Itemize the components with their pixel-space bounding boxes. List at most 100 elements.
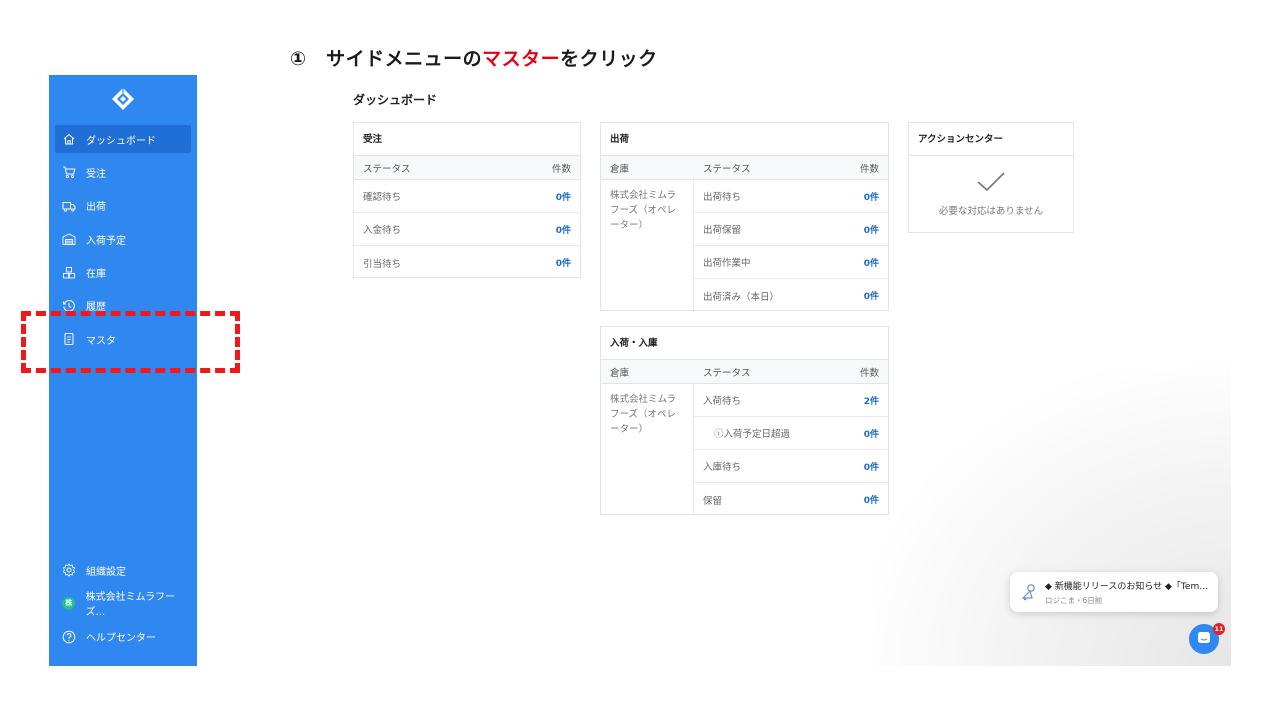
row-status: 出荷済み（本日） xyxy=(703,291,780,303)
instruction-highlight: マスター xyxy=(482,48,561,70)
status-rows: 入荷待ち 2件 ⓘ入荷予定日超過 0件 入庫待ち 0件 保留 0件 xyxy=(694,384,888,516)
header-warehouse: 倉庫 xyxy=(610,163,630,175)
table-row[interactable]: 入金待ち 0件 xyxy=(354,213,580,246)
sidebar-item-label: 株式会社ミムラフーズ... xyxy=(85,592,176,619)
row-status: 引当待ち xyxy=(363,258,402,270)
sidebar-item-label: ダッシュボード xyxy=(86,135,156,147)
header-status: ステータス xyxy=(363,163,411,175)
sidebar-item-inventory[interactable]: 在庫 xyxy=(55,259,191,287)
row-count-link[interactable]: 0件 xyxy=(520,223,580,236)
sidebar-item-orders[interactable]: 受注 xyxy=(55,158,191,186)
row-status: 入荷待ち xyxy=(703,396,742,407)
row-count-link[interactable]: 0件 xyxy=(828,190,888,203)
header-count: 件数 xyxy=(551,163,571,175)
row-status: 出荷待ち xyxy=(703,192,742,203)
table-row[interactable]: 確認待ち 0件 xyxy=(354,180,580,213)
sidebar-item-help-center[interactable]: ヘルプセンター xyxy=(55,623,191,651)
table-row[interactable]: ⓘ入荷予定日超過 0件 xyxy=(694,417,888,450)
sidebar-item-label: ヘルプセンター xyxy=(86,633,156,645)
header-count: 件数 xyxy=(859,163,879,175)
check-icon xyxy=(976,171,1006,197)
header-status: ステータス xyxy=(703,367,751,379)
sidebar-bottom-nav: 組織設定 株 株式会社ミムラフーズ... ヘルプセンター xyxy=(55,556,191,656)
row-count-link[interactable]: 0件 xyxy=(828,460,888,473)
truck-icon xyxy=(62,199,76,213)
page-title: ダッシュボード xyxy=(353,93,438,107)
org-badge: 株 xyxy=(62,596,76,610)
sidebar-item-dashboard[interactable]: ダッシュボード xyxy=(55,125,191,153)
gear-icon xyxy=(62,563,76,577)
row-status: ⓘ入荷予定日超過 xyxy=(714,429,791,440)
sidebar-item-shipping[interactable]: 出荷 xyxy=(55,192,191,220)
row-status: 確認待ち xyxy=(363,192,402,203)
row-count-link[interactable]: 0件 xyxy=(828,289,888,302)
instruction-suffix: をクリック xyxy=(560,48,658,70)
sidebar-item-label: 在庫 xyxy=(86,269,106,281)
row-status: 保留 xyxy=(703,495,723,507)
highlight-box xyxy=(21,311,240,373)
card-title: 出荷 xyxy=(601,123,888,156)
diamond-logo-icon[interactable] xyxy=(111,87,135,111)
notification-text: ◆ 新機能リリースのお知らせ ◆「Temu」と... ロジこま・6日前 xyxy=(1045,579,1210,606)
row-count-link[interactable]: 0件 xyxy=(520,190,580,203)
sidebar-item-organization[interactable]: 株 株式会社ミムラフーズ... xyxy=(55,589,191,619)
notification-popup[interactable]: ◆ 新機能リリースのお知らせ ◆「Temu」と... ロジこま・6日前 xyxy=(1010,572,1218,612)
shipping-card: 出荷 倉庫 ステータス 件数 株式会社ミムラフーズ（オペレーター） 出荷待ち 0… xyxy=(600,122,889,312)
warehouse-name: 株式会社ミムラフーズ（オペレーター） xyxy=(601,384,694,516)
row-count-link[interactable]: 0件 xyxy=(828,427,888,440)
status-rows: 出荷待ち 0件 出荷保留 0件 出荷作業中 0件 出荷済み（本日） 0件 xyxy=(694,180,888,312)
header-count: 件数 xyxy=(859,367,879,379)
chat-icon xyxy=(1197,630,1211,649)
card-title: アクションセンター xyxy=(909,123,1073,156)
row-count-link[interactable]: 0件 xyxy=(828,256,888,269)
instruction-heading: ① サイドメニューのマスターをクリック xyxy=(290,44,658,71)
orders-card: 受注 ステータス 件数 確認待ち 0件 入金待ち 0件 引当待ち 0件 xyxy=(353,122,581,278)
notification-meta: ロジこま・6日前 xyxy=(1045,595,1103,605)
sidebar-item-label: 入荷予定 xyxy=(86,235,126,247)
sidebar-item-incoming[interactable]: 入荷予定 xyxy=(55,225,191,253)
header-status: ステータス xyxy=(703,163,751,175)
table-row[interactable]: 出荷保留 0件 xyxy=(694,213,888,246)
sidebar-item-org-settings[interactable]: 組織設定 xyxy=(55,556,191,584)
help-icon xyxy=(62,630,76,644)
table-row[interactable]: 入荷待ち 2件 xyxy=(694,384,888,417)
table-row[interactable]: 出荷作業中 0件 xyxy=(694,246,888,279)
table-header: ステータス 件数 xyxy=(354,156,580,180)
notification-title: ◆ 新機能リリースのお知らせ ◆「Temu」と... xyxy=(1045,581,1210,592)
warehouse-icon xyxy=(62,232,76,246)
warehouse-name: 株式会社ミムラフーズ（オペレーター） xyxy=(601,180,694,312)
card-title: 受注 xyxy=(354,123,580,156)
sidebar-item-label: 受注 xyxy=(86,168,106,180)
action-center-card: アクションセンター 必要な対応はありません xyxy=(908,122,1074,233)
row-status: 入庫待ち xyxy=(703,462,742,473)
card-title: 入荷・入庫 xyxy=(601,327,888,360)
home-icon xyxy=(62,132,76,146)
table-header: 倉庫 ステータス 件数 xyxy=(601,156,888,180)
table-row[interactable]: 出荷済み（本日） 0件 xyxy=(694,279,888,312)
org-avatar-icon: 株 xyxy=(62,596,76,610)
table-row[interactable]: 引当待ち 0件 xyxy=(354,246,580,279)
boxes-icon xyxy=(62,266,76,280)
instruction-prefix: ① サイドメニューの xyxy=(290,48,483,70)
action-center-empty: 必要な対応はありません xyxy=(909,156,1073,232)
header-warehouse: 倉庫 xyxy=(610,367,630,379)
row-count-link[interactable]: 2件 xyxy=(828,394,888,407)
row-count-link[interactable]: 0件 xyxy=(520,256,580,269)
sidebar-item-label: 出荷 xyxy=(86,202,106,214)
receiving-body: 株式会社ミムラフーズ（オペレーター） 入荷待ち 2件 ⓘ入荷予定日超過 0件 入… xyxy=(601,384,888,516)
row-count-link[interactable]: 0件 xyxy=(828,223,888,236)
empty-message: 必要な対応はありません xyxy=(938,206,1044,217)
shipping-body: 株式会社ミムラフーズ（オペレーター） 出荷待ち 0件 出荷保留 0件 出荷作業中… xyxy=(601,180,888,312)
table-row[interactable]: 保留 0件 xyxy=(694,483,888,516)
row-status: 出荷作業中 xyxy=(703,258,751,269)
table-row[interactable]: 出荷待ち 0件 xyxy=(694,180,888,213)
chat-badge: 11 xyxy=(1213,623,1225,635)
row-count-link[interactable]: 0件 xyxy=(828,493,888,506)
table-row[interactable]: 入庫待ち 0件 xyxy=(694,450,888,483)
receiving-card: 入荷・入庫 倉庫 ステータス 件数 株式会社ミムラフーズ（オペレーター） 入荷待… xyxy=(600,326,889,516)
table-header: 倉庫 ステータス 件数 xyxy=(601,360,888,384)
robot-avatar-icon xyxy=(1019,582,1039,602)
sidebar-item-label: 組織設定 xyxy=(86,566,126,578)
cart-icon xyxy=(62,165,76,179)
row-status: 入金待ち xyxy=(363,225,402,236)
